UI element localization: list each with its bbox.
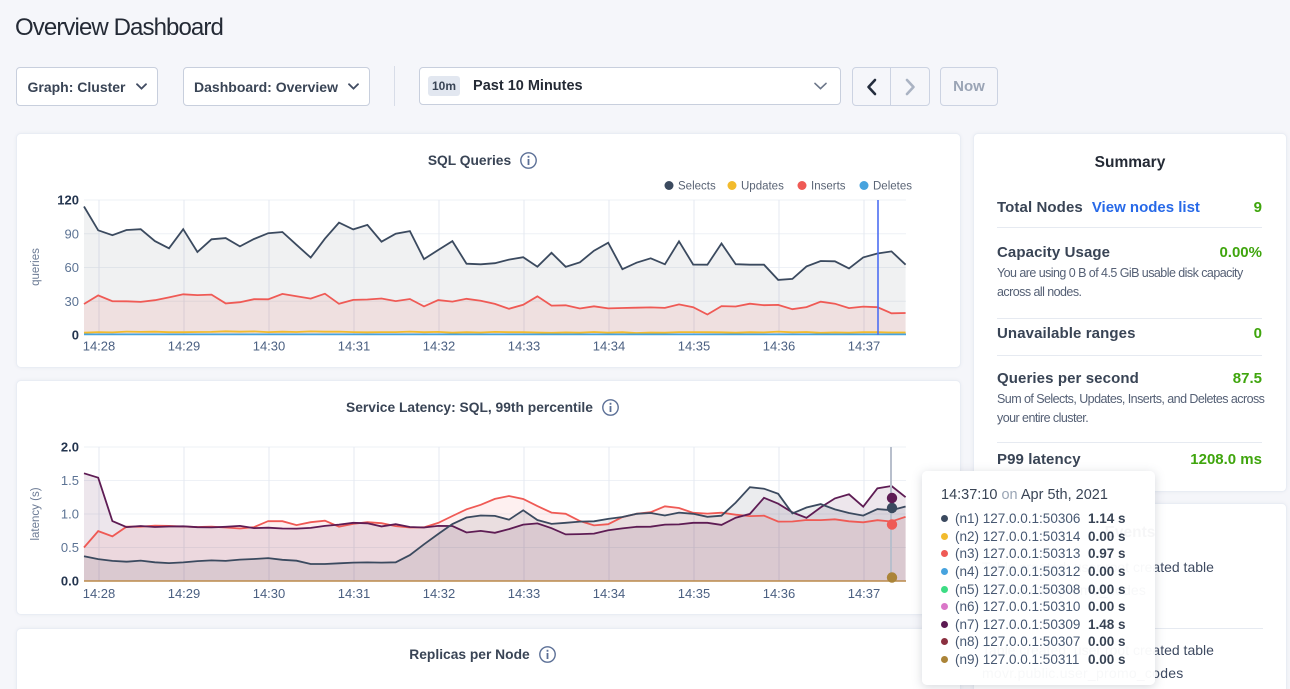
svg-text:1.5: 1.5 [61, 473, 79, 488]
svg-text:14:30: 14:30 [253, 586, 286, 601]
svg-text:latency (s): latency (s) [30, 487, 42, 540]
svg-text:1.0: 1.0 [61, 507, 79, 522]
svg-text:14:32: 14:32 [423, 586, 456, 601]
svg-text:Deletes: Deletes [873, 181, 912, 193]
svg-text:14:29: 14:29 [168, 339, 201, 354]
svg-text:14:29: 14:29 [168, 586, 201, 601]
svg-text:2.0: 2.0 [61, 440, 79, 455]
svg-text:90: 90 [65, 226, 79, 241]
svg-text:14:36: 14:36 [763, 339, 796, 354]
svg-text:14:31: 14:31 [338, 339, 371, 354]
svg-text:14:28: 14:28 [83, 586, 116, 601]
svg-text:30: 30 [65, 294, 79, 309]
svg-text:Updates: Updates [741, 181, 784, 193]
svg-text:14:28: 14:28 [83, 339, 116, 354]
svg-text:14:31: 14:31 [338, 586, 371, 601]
svg-text:Selects: Selects [678, 181, 716, 193]
svg-text:14:36: 14:36 [763, 586, 796, 601]
svg-text:Inserts: Inserts [811, 181, 846, 193]
svg-text:14:32: 14:32 [423, 339, 456, 354]
svg-text:14:35: 14:35 [678, 586, 711, 601]
svg-text:14:34: 14:34 [593, 339, 626, 354]
svg-text:120: 120 [57, 193, 79, 208]
svg-text:0.0: 0.0 [61, 574, 79, 589]
svg-text:0: 0 [72, 328, 79, 343]
svg-text:14:33: 14:33 [508, 586, 541, 601]
svg-text:14:30: 14:30 [253, 339, 286, 354]
svg-text:60: 60 [65, 260, 79, 275]
svg-text:0.5: 0.5 [61, 540, 79, 555]
svg-text:queries: queries [30, 248, 42, 286]
svg-text:14:37: 14:37 [848, 339, 881, 354]
svg-text:14:35: 14:35 [678, 339, 711, 354]
svg-text:14:37: 14:37 [848, 586, 881, 601]
svg-text:14:34: 14:34 [593, 586, 626, 601]
svg-text:14:33: 14:33 [508, 339, 541, 354]
